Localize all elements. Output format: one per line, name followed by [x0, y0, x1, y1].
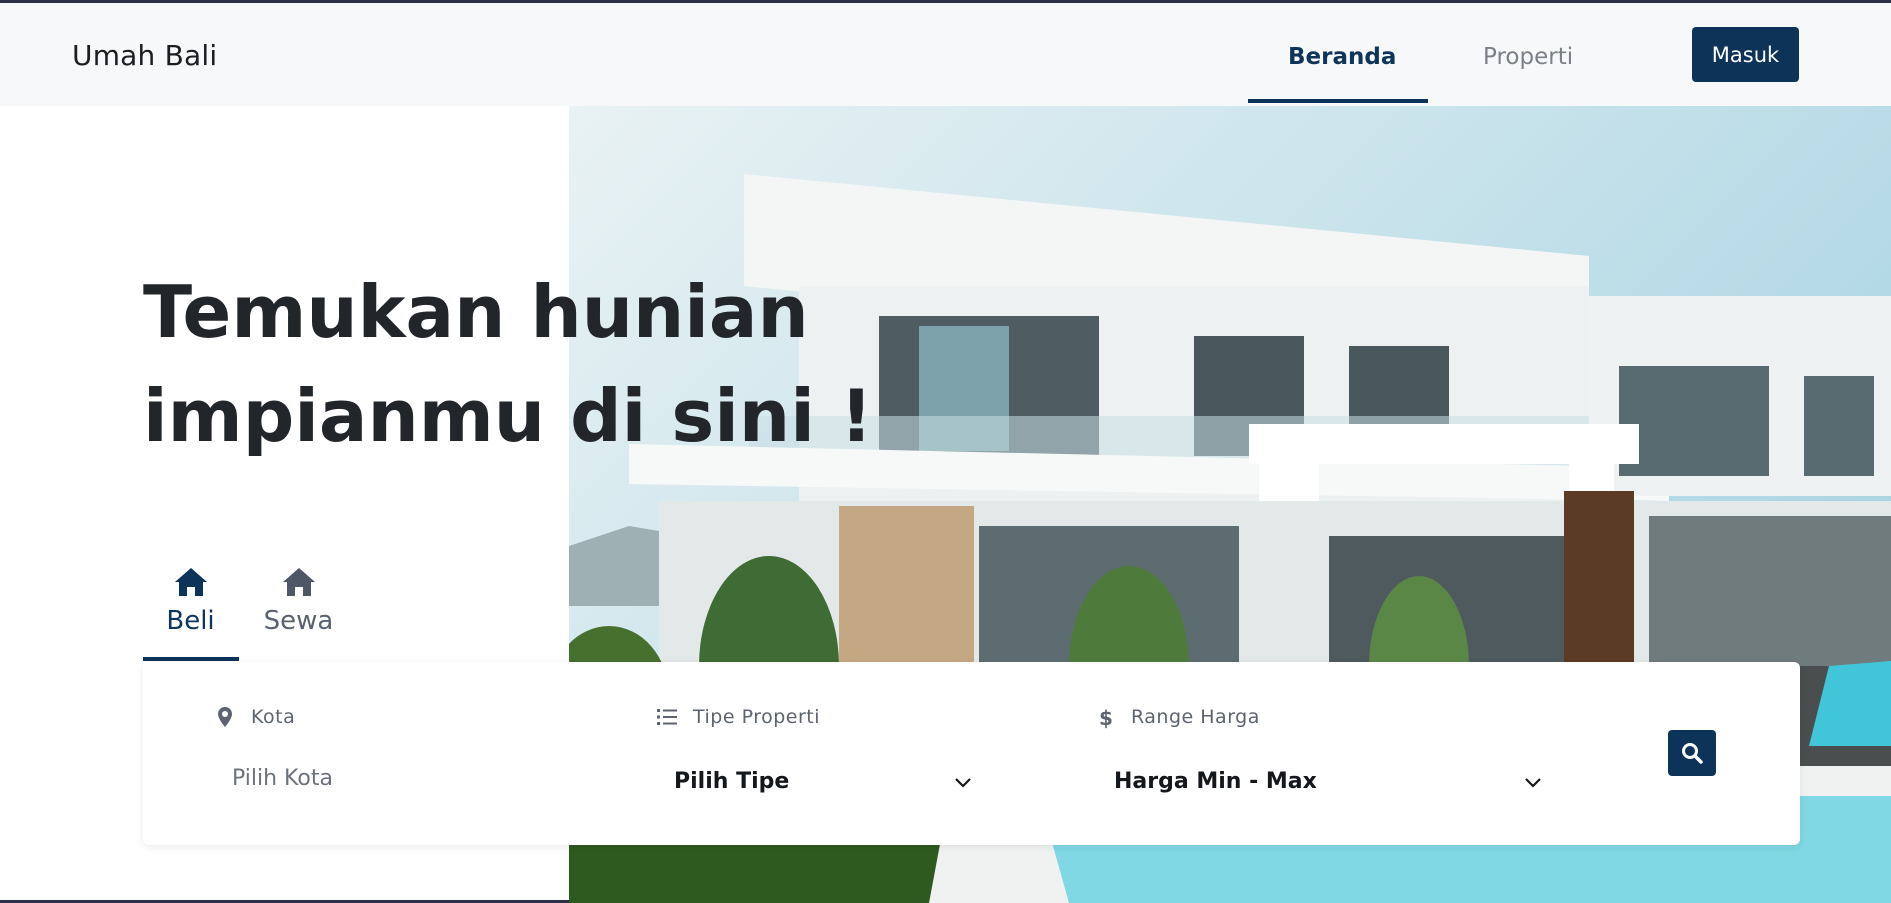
- type-field-label: Tipe Properti: [655, 705, 820, 729]
- tab-sewa[interactable]: Sewa: [251, 562, 346, 662]
- city-label-text: Kota: [251, 706, 296, 728]
- type-select[interactable]: Pilih Tipe: [674, 761, 974, 801]
- nav-link-beranda[interactable]: Beranda: [1288, 44, 1396, 70]
- chevron-down-icon: [955, 778, 971, 788]
- search-button[interactable]: [1668, 730, 1716, 776]
- brand-logo[interactable]: Umah Bali: [72, 39, 217, 72]
- svg-text:$: $: [1099, 706, 1113, 729]
- login-button[interactable]: Masuk: [1692, 27, 1799, 82]
- chevron-down-icon: [1525, 778, 1541, 788]
- city-input[interactable]: [232, 766, 532, 791]
- price-field-label: $ Range Harga: [1093, 705, 1260, 729]
- nav-active-indicator: [1248, 99, 1428, 103]
- hero-headline: Temukan hunian impianmu di sini !: [143, 260, 873, 468]
- headline-line-2: impianmu di sini !: [143, 374, 873, 458]
- tab-beli[interactable]: Beli: [143, 562, 238, 662]
- price-range-select[interactable]: Harga Min - Max: [1114, 761, 1544, 801]
- city-field-label: Kota: [213, 705, 295, 729]
- home-icon: [282, 568, 315, 596]
- price-select-value: Harga Min - Max: [1114, 768, 1317, 794]
- type-label-text: Tipe Properti: [693, 706, 821, 728]
- navbar: Umah Bali Beranda Properti Masuk: [0, 3, 1891, 106]
- price-label-text: Range Harga: [1131, 706, 1260, 728]
- list-icon: [657, 709, 677, 725]
- tab-label-beli: Beli: [166, 606, 215, 636]
- tab-label-sewa: Sewa: [263, 606, 334, 636]
- dollar-icon: $: [1099, 706, 1113, 729]
- map-pin-icon: [218, 707, 232, 727]
- home-icon: [174, 568, 207, 596]
- search-icon: [1682, 743, 1703, 764]
- nav-link-properti[interactable]: Properti: [1483, 44, 1573, 70]
- property-search-panel: Kota Tipe Properti Pilih Tipe $ Range Ha…: [143, 662, 1800, 845]
- tab-active-indicator: [143, 657, 239, 661]
- headline-line-1: Temukan hunian: [143, 270, 809, 354]
- type-select-value: Pilih Tipe: [674, 768, 790, 794]
